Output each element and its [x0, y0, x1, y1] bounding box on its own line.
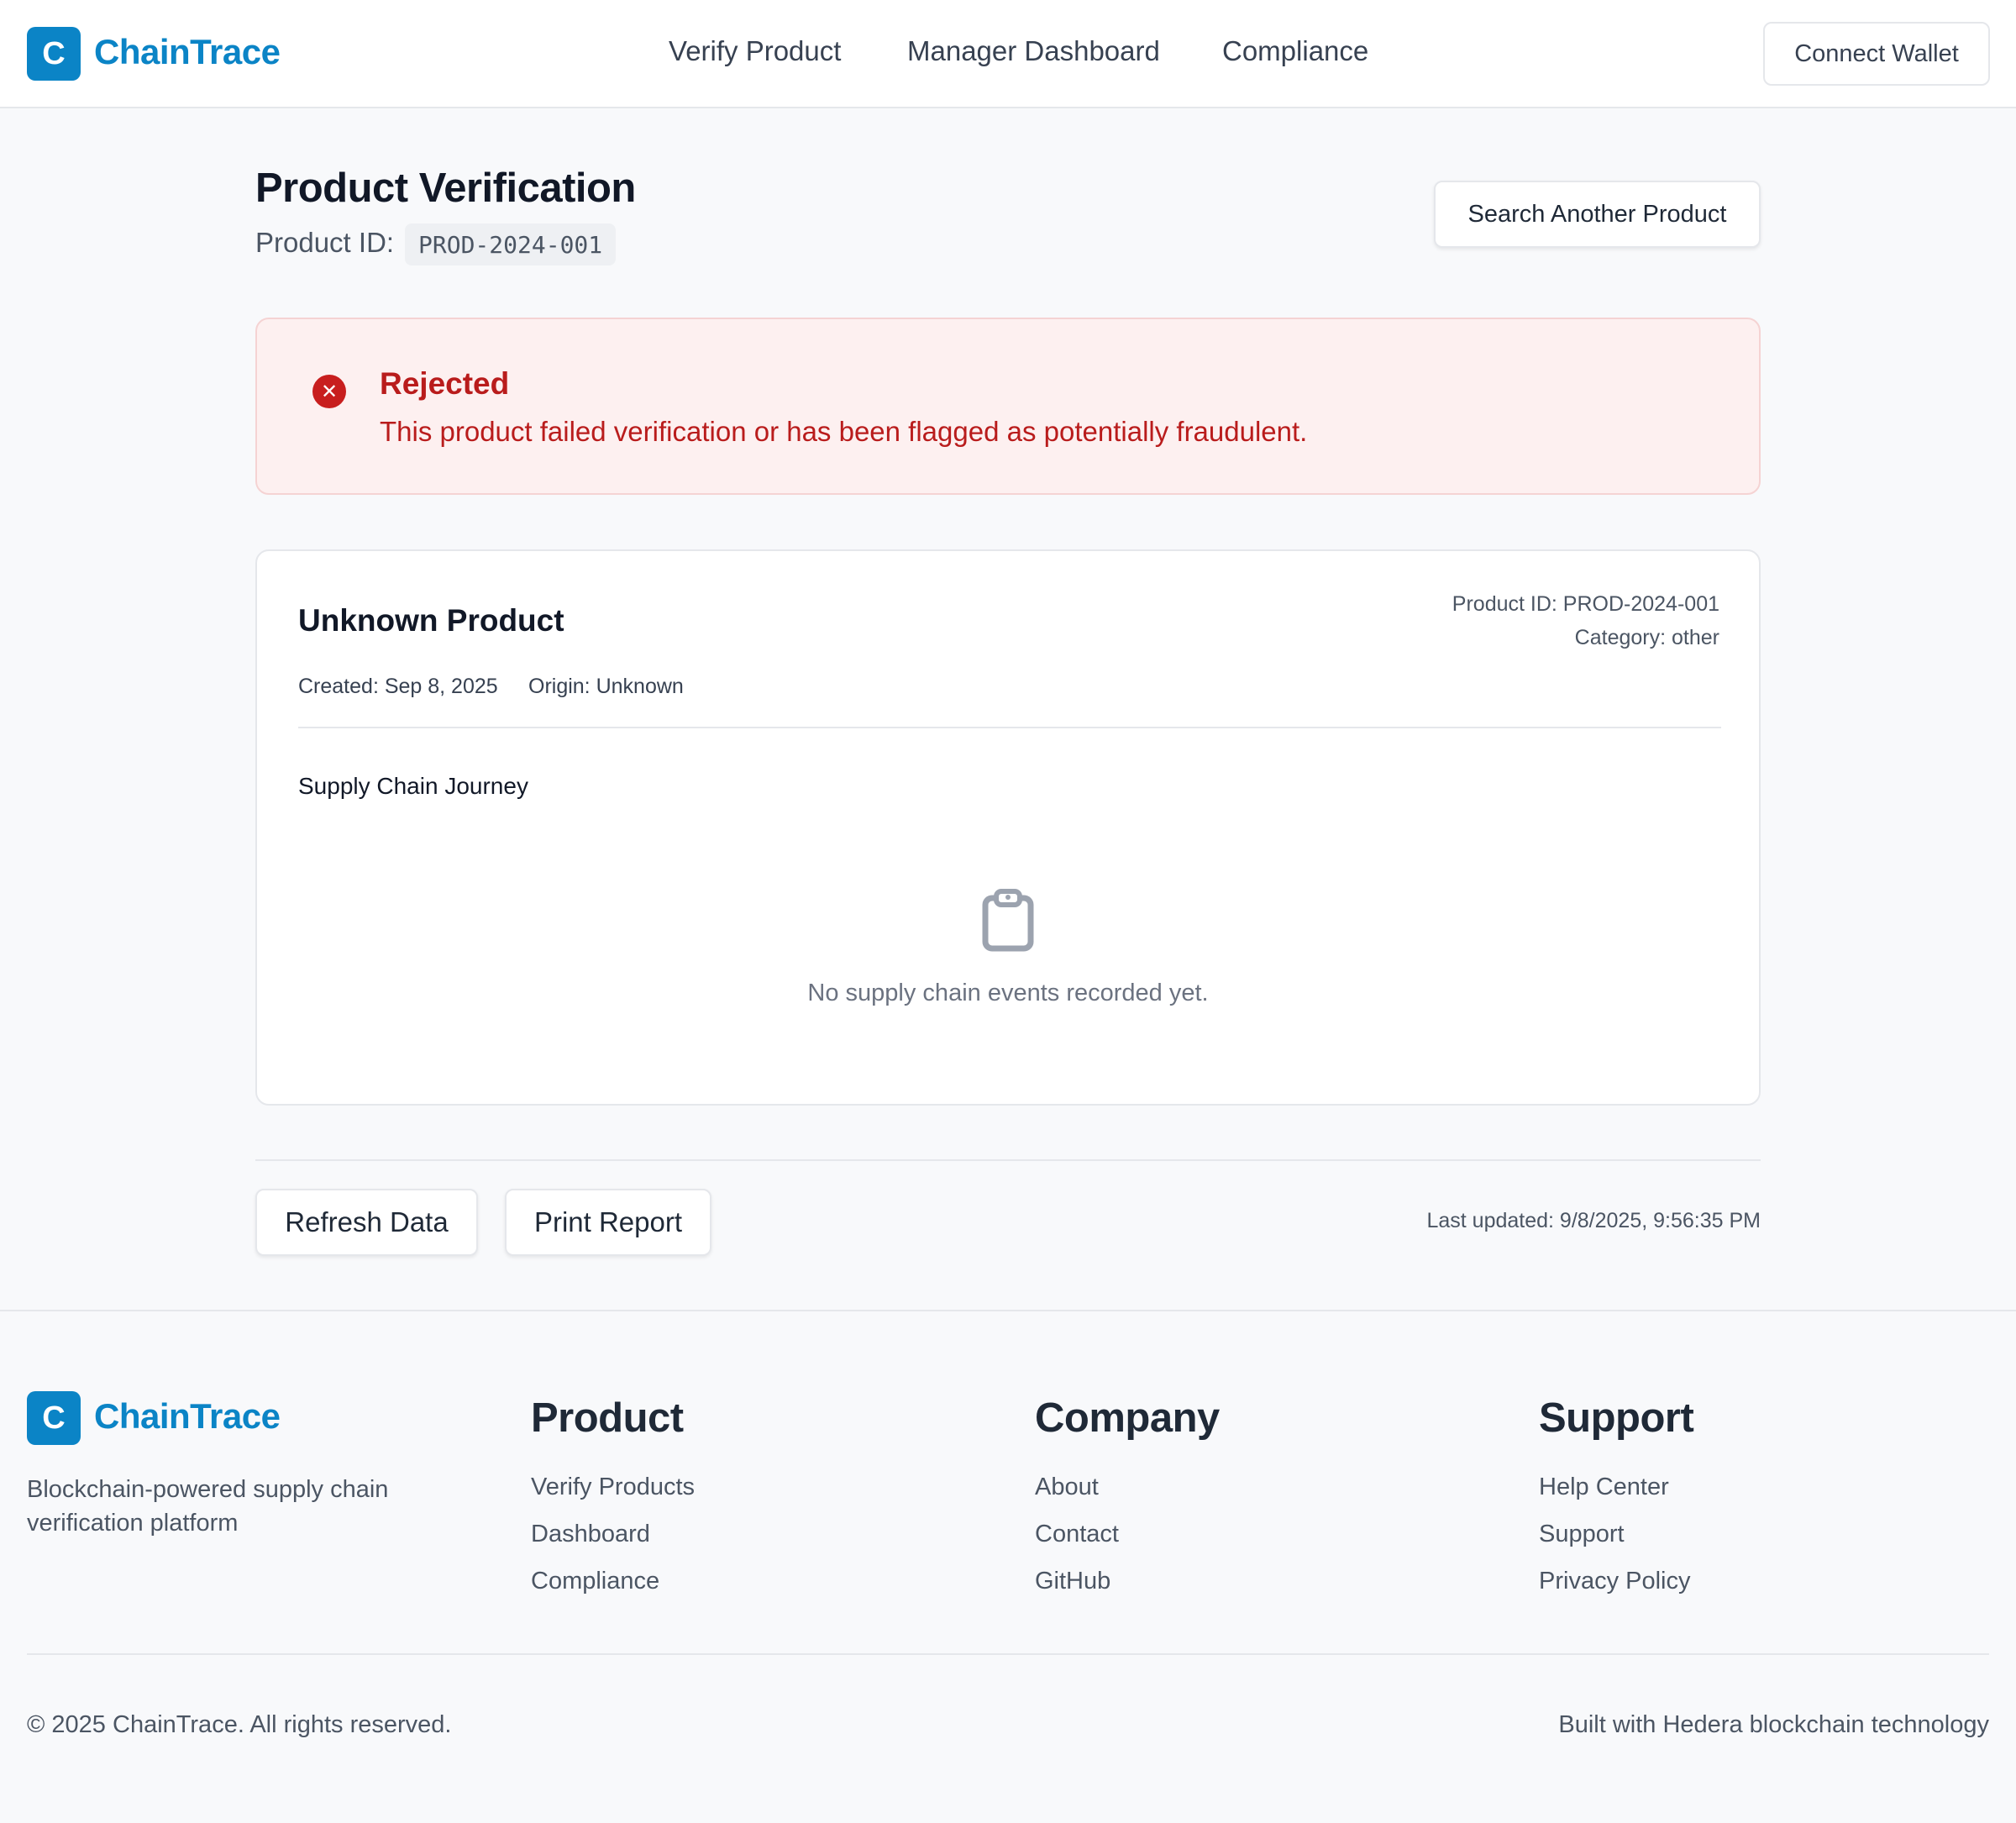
nav-manager-dashboard[interactable]: Manager Dashboard	[907, 35, 1160, 67]
product-card: Unknown Product Created: Sep 8, 2025 Ori…	[255, 549, 1761, 1106]
last-updated-timestamp: Last updated: 9/8/2025, 9:56:35 PM	[1426, 1209, 1761, 1232]
nav-verify-product[interactable]: Verify Product	[669, 35, 841, 67]
product-name: Unknown Product	[298, 603, 564, 638]
footer-link-help-center[interactable]: Help Center	[1539, 1474, 1669, 1501]
print-report-button[interactable]: Print Report	[505, 1189, 711, 1256]
alert-title: Rejected	[380, 366, 510, 401]
footer-link-compliance[interactable]: Compliance	[531, 1568, 659, 1595]
product-id-label: Product ID:	[255, 227, 395, 258]
footer-link-contact[interactable]: Contact	[1035, 1521, 1119, 1548]
footer-heading-product: Product	[531, 1395, 684, 1441]
category-meta: Category: other	[1574, 626, 1719, 649]
footer-link-privacy-policy[interactable]: Privacy Policy	[1539, 1568, 1691, 1595]
supply-chain-journey-title: Supply Chain Journey	[298, 773, 528, 799]
card-divider	[298, 727, 1721, 728]
refresh-data-button[interactable]: Refresh Data	[255, 1189, 478, 1256]
copyright: © 2025 ChainTrace. All rights reserved.	[27, 1711, 452, 1738]
origin: Origin: Unknown	[528, 675, 684, 698]
built-with-note: Built with Hedera blockchain technology	[1558, 1711, 1989, 1738]
empty-events-message: No supply chain events recorded yet.	[807, 980, 1209, 1006]
clipboard-icon	[982, 889, 1034, 952]
footer-description: Blockchain-powered supply chain verifica…	[27, 1476, 389, 1537]
top-navbar: C ChainTrace Verify Product Manager Dash…	[0, 0, 2016, 108]
product-id-meta: Product ID: PROD-2024-001	[1452, 592, 1719, 616]
brand-name[interactable]: ChainTrace	[94, 32, 281, 72]
footer-link-verify-products[interactable]: Verify Products	[531, 1474, 695, 1501]
logo-badge[interactable]: C	[27, 27, 81, 81]
page-title: Product Verification	[255, 165, 636, 211]
footer-top-border	[0, 1310, 2016, 1311]
footer-link-dashboard[interactable]: Dashboard	[531, 1521, 650, 1548]
created-date: Created: Sep 8, 2025	[298, 675, 498, 698]
connect-wallet-button[interactable]: Connect Wallet	[1763, 22, 1990, 86]
product-id-code: PROD-2024-001	[405, 223, 617, 265]
footer-logo-badge[interactable]: C	[27, 1391, 81, 1445]
footer-divider	[27, 1653, 1989, 1655]
footer-heading-support: Support	[1539, 1395, 1694, 1441]
footer-heading-company: Company	[1035, 1395, 1220, 1441]
nav-compliance[interactable]: Compliance	[1222, 35, 1368, 67]
rejected-alert: ✕ Rejected This product failed verificat…	[255, 318, 1761, 495]
x-circle-icon: ✕	[312, 375, 346, 408]
search-another-product-button[interactable]: Search Another Product	[1434, 181, 1761, 248]
actions-divider	[255, 1159, 1761, 1161]
footer-link-support[interactable]: Support	[1539, 1521, 1625, 1548]
footer-link-about[interactable]: About	[1035, 1474, 1099, 1501]
alert-message: This product failed verification or has …	[380, 416, 1308, 447]
footer-brand-name[interactable]: ChainTrace	[94, 1396, 281, 1437]
footer-link-github[interactable]: GitHub	[1035, 1568, 1110, 1595]
